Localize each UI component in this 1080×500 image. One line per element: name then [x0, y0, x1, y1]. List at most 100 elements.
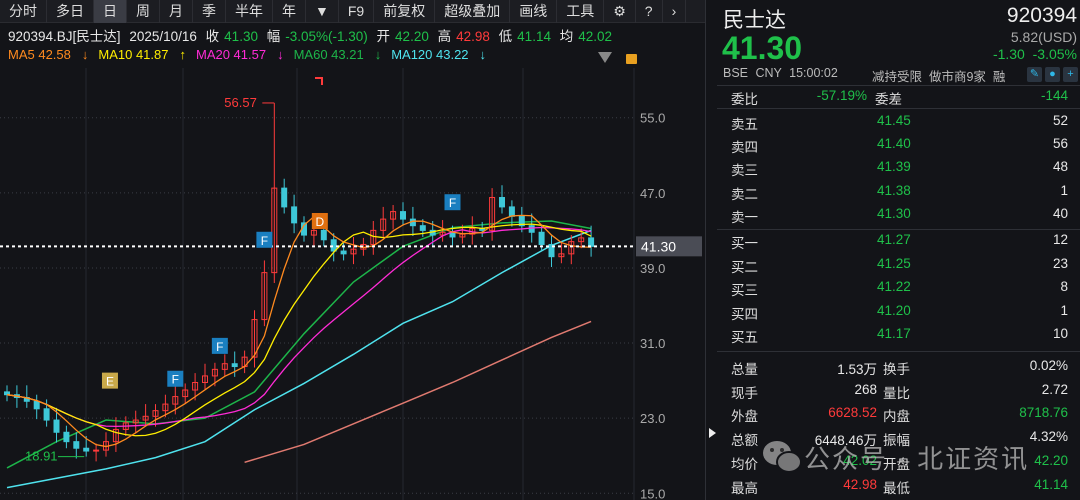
level-price: 41.20	[877, 302, 911, 318]
open-value: 42.20	[395, 29, 429, 44]
level-price: 41.17	[877, 326, 911, 341]
candle	[340, 250, 347, 255]
order-book-row: 卖四 41.40 56	[717, 136, 1080, 156]
last-price: 41.30	[722, 30, 803, 66]
ma-arrow: ↓	[81, 47, 89, 62]
wechat-icon	[763, 441, 802, 473]
ma-arrow: ↓	[277, 47, 284, 62]
candle	[231, 363, 238, 368]
period-tab-13[interactable]: 工具	[557, 0, 605, 23]
kline-chart[interactable]: 55.0 47.0 39.0 31.0 23.0 15.0 56.57 18.91 41.30 E…	[0, 68, 715, 500]
candle	[419, 225, 426, 231]
ma-label: MA20 41.57	[195, 47, 267, 62]
add-icon[interactable]: +	[1063, 67, 1078, 82]
collapse-triangle-icon[interactable]	[598, 52, 612, 63]
quote-panel: 民士达 920394 41.30 5.82(USD) -1.30 -3.05% …	[717, 0, 1080, 500]
period-tab-12[interactable]: 画线	[510, 0, 558, 23]
period-tab-6[interactable]: 半年	[226, 0, 273, 23]
change-label: 幅	[266, 29, 281, 44]
ma-arrow: ↓	[479, 47, 487, 62]
candle	[43, 408, 50, 421]
level-price: 41.45	[877, 113, 911, 128]
period-tab-7[interactable]: 年	[273, 0, 306, 23]
period-tab-11[interactable]: 超级叠加	[435, 0, 511, 23]
level-volume: 12	[1052, 232, 1068, 247]
level-label: 买五	[731, 330, 758, 345]
level-volume: 48	[1052, 159, 1068, 175]
event-marker-label: F	[261, 234, 268, 248]
level-price: 41.38	[877, 182, 911, 198]
settings-icon[interactable]: ⚙	[604, 0, 636, 23]
level-price: 41.22	[877, 279, 911, 294]
period-tab-9[interactable]: F9	[339, 0, 375, 23]
level-volume: 10	[1052, 326, 1068, 341]
lock-icon[interactable]	[626, 54, 637, 64]
ma-legend: MA5 42.58 ↓ MA10 41.87 ↑ MA20 41.57 ↓ MA60 43.…	[8, 47, 496, 62]
ma-arrow: ↓	[374, 47, 382, 62]
stat-value: 8718.76	[1019, 405, 1068, 421]
candle	[33, 400, 40, 410]
range-marker	[315, 77, 323, 85]
level-volume: 56	[1052, 136, 1068, 152]
event-marker-label: E	[106, 375, 114, 389]
stat-label: 总量	[731, 362, 758, 377]
level-volume: 40	[1052, 205, 1068, 221]
level-price: 41.40	[877, 136, 911, 152]
high-value: 42.98	[456, 29, 490, 44]
stat-value: 0.02%	[1029, 358, 1068, 373]
candle	[588, 237, 595, 247]
min-price-label: 18.91	[25, 449, 58, 464]
period-tab-5[interactable]: 季	[193, 0, 226, 23]
candle	[538, 231, 545, 245]
period-tab-0[interactable]: 分时	[0, 0, 47, 23]
event-marker-label: D	[316, 215, 325, 229]
period-tab-4[interactable]: 月	[160, 0, 193, 23]
level-label: 卖三	[731, 163, 758, 179]
level-label: 卖五	[731, 117, 758, 132]
order-book-row: 买一 41.27 12	[717, 232, 1080, 252]
period-tab-10[interactable]: 前复权	[374, 0, 436, 23]
bell-icon[interactable]: ●	[1045, 67, 1060, 82]
order-book-row: 卖三 41.39 48	[717, 159, 1080, 179]
level-label: 卖一	[731, 209, 758, 225]
level-price: 41.39	[877, 159, 911, 175]
ma-label: MA10 41.87	[98, 47, 169, 62]
currency: CNY	[755, 66, 782, 80]
stat-row: 现手 268 量比 2.72	[717, 382, 1080, 402]
candle	[400, 211, 406, 220]
close-label: 收	[205, 29, 220, 44]
percent-change: -3.05%	[1032, 46, 1077, 62]
level-volume: 1	[1060, 302, 1068, 318]
order-book-row: 卖五 41.45 52	[717, 113, 1080, 133]
event-marker-label: F	[172, 373, 179, 387]
ma20-line	[6, 226, 592, 428]
expand-panel-arrow-icon[interactable]	[709, 428, 716, 438]
y-tick-label: 55.0	[640, 111, 665, 126]
price-change: -1.30	[992, 46, 1025, 62]
usd-price: 5.82(USD)	[1010, 29, 1077, 45]
next-arrow-icon[interactable]: ›	[663, 0, 687, 23]
period-tab-8[interactable]: ▼	[306, 0, 339, 23]
y-tick-label: 15.0	[640, 486, 665, 500]
period-tab-1[interactable]: 多日	[47, 0, 94, 23]
period-tab-2[interactable]: 日	[94, 0, 127, 23]
help-icon[interactable]: ?	[636, 0, 663, 23]
stat-value: 6628.52	[828, 405, 877, 421]
period-toolbar: 分时 多日日周月季半年年 ▼ F9 前复权 超级叠加 画线 工具 ⚙? ›	[0, 0, 705, 23]
stat-label: 换手	[883, 362, 910, 377]
bar-date: 2025/10/16	[129, 29, 197, 44]
stat-value: 1.53万	[837, 362, 877, 377]
y-tick-label: 39.0	[640, 261, 665, 276]
stat-value: 42.98	[843, 476, 877, 492]
edit-icon[interactable]: ✎	[1027, 67, 1042, 82]
exchange: BSE	[723, 66, 749, 80]
order-ratio-row: 委比 -57.19% 委差 -144	[717, 88, 1080, 108]
order-book-row: 卖二 41.38 1	[717, 183, 1080, 203]
level-volume: 1	[1060, 182, 1068, 198]
ma-legend-item: MA120 43.22 ↓	[391, 47, 491, 62]
stat-value: 268	[854, 381, 877, 397]
stat-row: 外盘 6628.52 内盘 8718.76	[717, 405, 1080, 425]
period-tab-3[interactable]: 周	[127, 0, 160, 23]
ratio-value: -57.19%	[816, 88, 867, 103]
stat-value: 2.72	[1041, 381, 1068, 397]
